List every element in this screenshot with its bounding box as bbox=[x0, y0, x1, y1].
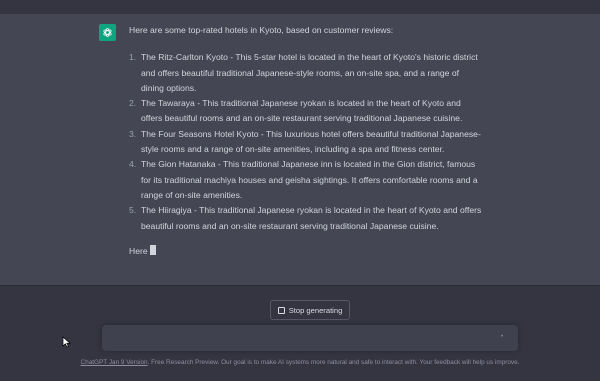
list-item: 2. The Tawaraya - This traditional Japane… bbox=[129, 96, 484, 127]
message-content: Here are some top-rated hotels in Kyoto,… bbox=[129, 23, 484, 259]
openai-logo-icon bbox=[99, 24, 116, 41]
list-item: 5. The Hiiragiya - This traditional Japan… bbox=[129, 203, 484, 234]
message-intro: Here are some top-rated hotels in Kyoto,… bbox=[129, 25, 394, 35]
partial-text: Here bbox=[129, 245, 148, 256]
stop-generating-button[interactable]: Stop generating bbox=[270, 300, 350, 320]
list-item-text: The Hiiragiya - This traditional Japanes… bbox=[141, 205, 482, 231]
typing-cursor bbox=[149, 244, 156, 255]
stop-generating-label: Stop generating bbox=[288, 305, 343, 315]
mouse-pointer-icon bbox=[62, 336, 71, 348]
list-item-text: The Gion Hatanaka - This traditional Jap… bbox=[141, 159, 478, 200]
openai-logo-svg bbox=[103, 27, 112, 38]
message-input[interactable]: • bbox=[102, 325, 518, 351]
footer-disclaimer: ChatGPT Jan 9 Version. Free Research Pre… bbox=[0, 359, 600, 366]
list-item: 3. The Four Seasons Hotel Kyoto - This lu… bbox=[129, 127, 484, 158]
assistant-message: Here are some top-rated hotels in Kyoto,… bbox=[0, 14, 600, 286]
list-number: 2. bbox=[129, 98, 137, 109]
previous-message-strip bbox=[0, 0, 600, 15]
list-item: 4. The Gion Hatanaka - This traditional J… bbox=[129, 157, 484, 203]
list-item-text: The Tawaraya - This traditional Japanese… bbox=[141, 98, 463, 124]
list-number: 4. bbox=[129, 159, 137, 170]
list-item-text: The Ritz-Carlton Kyoto - This 5-star hot… bbox=[141, 52, 478, 93]
list-item: 1. The Ritz-Carlton Kyoto - This 5-star h… bbox=[129, 50, 484, 96]
list-number: 3. bbox=[129, 128, 137, 139]
list-number: 5. bbox=[129, 205, 137, 216]
stop-square-icon bbox=[277, 306, 285, 314]
list-number: 1. bbox=[129, 52, 137, 63]
list-item-text: The Four Seasons Hotel Kyoto - This luxu… bbox=[141, 128, 481, 155]
footer-text: . Free Research Preview. Our goal is to … bbox=[147, 359, 520, 366]
partial-text-line: Here bbox=[129, 244, 484, 259]
hotel-list: 1. The Ritz-Carlton Kyoto - This 5-star h… bbox=[129, 50, 484, 234]
version-link[interactable]: ChatGPT Jan 9 Version bbox=[81, 359, 148, 366]
send-icon[interactable]: • bbox=[501, 334, 506, 340]
